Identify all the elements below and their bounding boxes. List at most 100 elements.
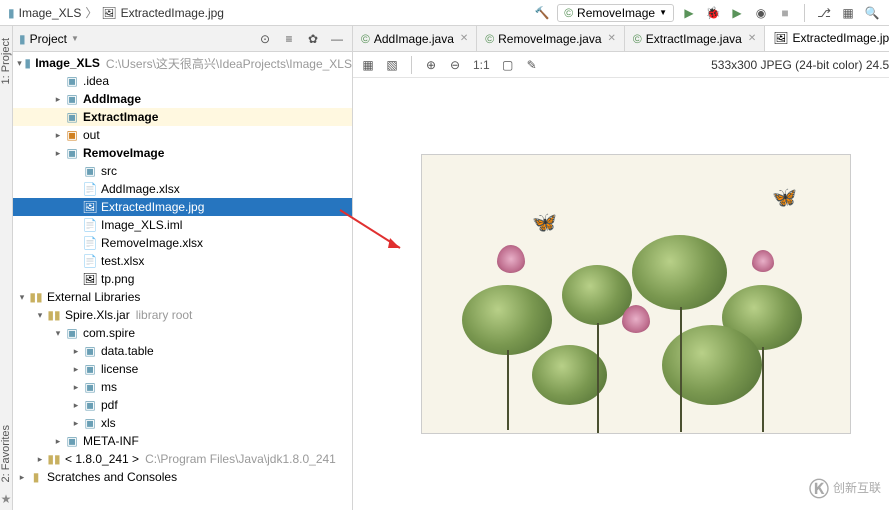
expand-icon[interactable]: ▸ <box>53 130 63 140</box>
expand-icon[interactable]: ▾ <box>17 58 22 68</box>
expand-icon[interactable] <box>71 238 81 248</box>
external-libraries[interactable]: ▾ ▮▮ External Libraries <box>13 288 352 306</box>
editor-tab[interactable]: 🖼ExtractedImage.jpg✕ <box>765 26 889 51</box>
coverage-button[interactable]: ▶ <box>728 4 746 22</box>
scratches-row[interactable]: ▸ ▮ Scratches and Consoles <box>13 468 352 486</box>
tree-row[interactable]: 📄test.xlsx <box>13 252 352 270</box>
expand-icon[interactable] <box>71 184 81 194</box>
package-icon: ▣ <box>83 380 97 394</box>
divider <box>411 56 412 74</box>
search-button[interactable]: 🔍 <box>863 4 881 22</box>
folder-icon: ▣ <box>65 110 79 124</box>
expand-icon[interactable]: ▸ <box>53 436 63 446</box>
tree-row[interactable]: 📄RemoveImage.xlsx <box>13 234 352 252</box>
expand-icon[interactable] <box>71 202 81 212</box>
package-icon: ▣ <box>83 344 97 358</box>
tree-row[interactable]: ▸▣xls <box>13 414 352 432</box>
expand-icon[interactable] <box>53 112 63 122</box>
expand-icon[interactable]: ▾ <box>17 292 27 302</box>
tree-row[interactable]: ▸▣data.table <box>13 342 352 360</box>
editor-tab[interactable]: ©RemoveImage.java✕ <box>477 26 625 51</box>
tree-row[interactable]: ▸▣license <box>13 360 352 378</box>
lib-jar[interactable]: ▾ ▮▮ Spire.Xls.jar library root <box>13 306 352 324</box>
stop-button[interactable]: ■ <box>776 4 794 22</box>
tree-root[interactable]: ▾ ▮ Image_XLS C:\Users\这天很高兴\IdeaProject… <box>13 54 352 72</box>
checker-bg-icon[interactable]: ▦ <box>359 56 377 74</box>
run-config-select[interactable]: © RemoveImage ▼ <box>557 4 674 22</box>
breadcrumb-file[interactable]: 🖼 ExtractedImage.jpg <box>101 6 224 20</box>
image-info: 533x300 JPEG (24-bit color) 24.55 kB <box>711 58 889 72</box>
tree-row[interactable]: ▸▣AddImage <box>13 90 352 108</box>
libraries-icon: ▮▮ <box>29 290 43 304</box>
tree-row[interactable]: 📄AddImage.xlsx <box>13 180 352 198</box>
git-button[interactable]: ⎇ <box>815 4 833 22</box>
expand-icon[interactable]: ▾ <box>53 328 63 338</box>
grid-icon[interactable]: ▧ <box>383 56 401 74</box>
close-icon[interactable]: ✕ <box>608 33 616 44</box>
run-button[interactable]: ▶ <box>680 4 698 22</box>
build-button[interactable]: 🔨 <box>533 4 551 22</box>
gutter-favorites[interactable]: 2: Favorites <box>0 425 12 482</box>
structure-button[interactable]: ▦ <box>839 4 857 22</box>
expand-icon[interactable] <box>71 256 81 266</box>
class-icon: © <box>633 32 642 46</box>
expand-icon[interactable]: ▸ <box>53 148 63 158</box>
zoom-in-icon[interactable]: ⊕ <box>422 56 440 74</box>
project-panel: ▮ Project ▼ ⊙ ≡ ✿ — ▾ ▮ Image_XLS C:\Use… <box>13 26 353 510</box>
ratio-label[interactable]: 1:1 <box>470 56 493 74</box>
folder-icon: ▮ <box>8 6 15 20</box>
gutter-project[interactable]: 1: Project <box>0 38 12 84</box>
expand-icon[interactable] <box>53 76 63 86</box>
expand-icon[interactable]: ▸ <box>17 472 27 482</box>
zoom-out-icon[interactable]: ⊖ <box>446 56 464 74</box>
gear-icon[interactable]: ✿ <box>304 30 322 48</box>
expand-icon[interactable]: ▸ <box>71 364 81 374</box>
debug-button[interactable]: 🐞 <box>704 4 722 22</box>
image-icon: 🖼 <box>773 31 788 45</box>
expand-icon[interactable] <box>71 274 81 284</box>
package-icon: ▣ <box>65 326 79 340</box>
target-icon[interactable]: ⊙ <box>256 30 274 48</box>
tree-row[interactable]: ▣.idea <box>13 72 352 90</box>
expand-icon[interactable]: ▸ <box>71 346 81 356</box>
tree-row[interactable]: 🖼ExtractedImage.jpg <box>13 198 352 216</box>
project-tree[interactable]: ▾ ▮ Image_XLS C:\Users\这天很高兴\IdeaProject… <box>13 52 352 510</box>
image-preview[interactable]: 🦋 🦋 <box>421 154 851 434</box>
tree-item-label: RemoveImage.xlsx <box>101 236 203 250</box>
tree-row[interactable]: 📄Image_XLS.iml <box>13 216 352 234</box>
close-icon[interactable]: ✕ <box>460 33 468 44</box>
tree-row[interactable]: 🖼tp.png <box>13 270 352 288</box>
tree-item-label: AddImage <box>83 92 141 106</box>
fit-icon[interactable]: ▢ <box>499 56 517 74</box>
tree-row[interactable]: ▸▣ms <box>13 378 352 396</box>
panel-title[interactable]: ▮ Project ▼ <box>19 32 252 46</box>
hide-panel-icon[interactable]: — <box>328 30 346 48</box>
image-icon: 🖼 <box>101 6 116 20</box>
tree-row[interactable]: ▸▣pdf <box>13 396 352 414</box>
expand-icon[interactable]: ▸ <box>71 382 81 392</box>
expand-icon[interactable]: ▸ <box>53 94 63 104</box>
expand-icon[interactable] <box>71 166 81 176</box>
breadcrumb-root[interactable]: ▮ Image_XLS <box>8 6 81 20</box>
tree-row[interactable]: ▸▣out <box>13 126 352 144</box>
close-icon[interactable]: ✕ <box>748 33 756 44</box>
editor-tab[interactable]: ©AddImage.java✕ <box>353 26 477 51</box>
meta-inf[interactable]: ▸ ▣ META-INF <box>13 432 352 450</box>
eyedropper-icon[interactable]: ✎ <box>523 56 541 74</box>
expand-icon[interactable]: ▸ <box>71 400 81 410</box>
pkg-label: com.spire <box>83 326 135 340</box>
editor-tab[interactable]: ©ExtractImage.java✕ <box>625 26 765 51</box>
expand-icon[interactable]: ▸ <box>71 418 81 428</box>
profiler-button[interactable]: ◉ <box>752 4 770 22</box>
expand-icon[interactable]: ▾ <box>35 310 45 320</box>
jdk-row[interactable]: ▸ ▮▮ < 1.8.0_241 > C:\Program Files\Java… <box>13 450 352 468</box>
collapse-icon[interactable]: ≡ <box>280 30 298 48</box>
tab-label: RemoveImage.java <box>498 32 601 46</box>
tree-row[interactable]: ▣src <box>13 162 352 180</box>
project-icon: ▮ <box>19 32 26 46</box>
pkg-root[interactable]: ▾ ▣ com.spire <box>13 324 352 342</box>
tree-row[interactable]: ▣ExtractImage <box>13 108 352 126</box>
tree-row[interactable]: ▸▣RemoveImage <box>13 144 352 162</box>
expand-icon[interactable] <box>71 220 81 230</box>
expand-icon[interactable]: ▸ <box>35 454 45 464</box>
